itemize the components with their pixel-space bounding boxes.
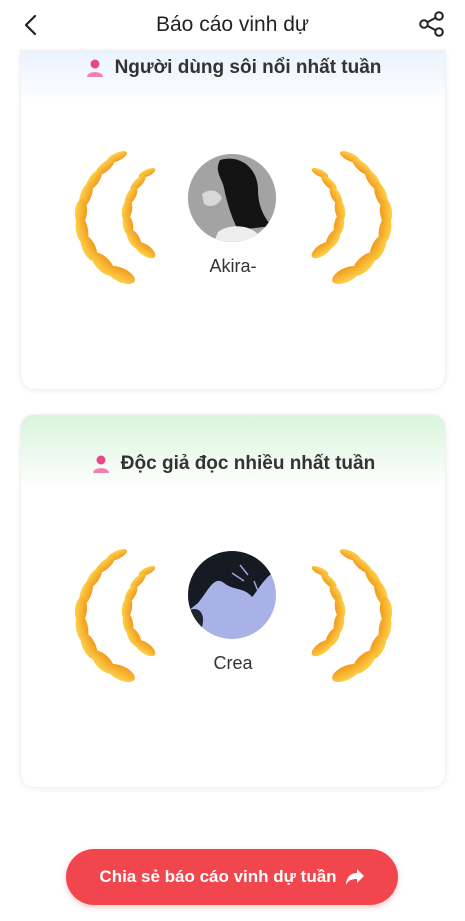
share-report-label: Chia sẻ báo cáo vinh dự tuần [99, 867, 337, 886]
user-icon [91, 454, 111, 474]
top-bar: Báo cáo vinh dự [0, 0, 465, 50]
avatar[interactable] [188, 551, 276, 639]
card-title: Độc giả đọc nhiều nhất tuần [120, 453, 376, 474]
avatar[interactable] [188, 154, 276, 242]
user-icon [85, 58, 105, 78]
card-header: Độc giả đọc nhiều nhất tuần [21, 453, 445, 475]
card-title: Người dùng sôi nổi nhất tuần [114, 57, 382, 78]
top-reader-card: Độc giả đọc nhiều nhất tuần Crea [20, 414, 446, 788]
card-header: Người dùng sôi nổi nhất tuần [21, 57, 445, 79]
share-arrow-icon [345, 869, 364, 885]
most-active-user-card: Người dùng sôi nổi nhất tuần Akira- [20, 50, 446, 390]
user-name[interactable]: Crea [21, 653, 445, 674]
share-report-button[interactable]: Chia sẻ báo cáo vinh dự tuần [66, 849, 398, 905]
chevron-left-icon[interactable] [18, 11, 46, 39]
user-name[interactable]: Akira- [21, 256, 445, 277]
share-icon[interactable] [417, 9, 447, 39]
page-title: Báo cáo vinh dự [156, 13, 309, 36]
